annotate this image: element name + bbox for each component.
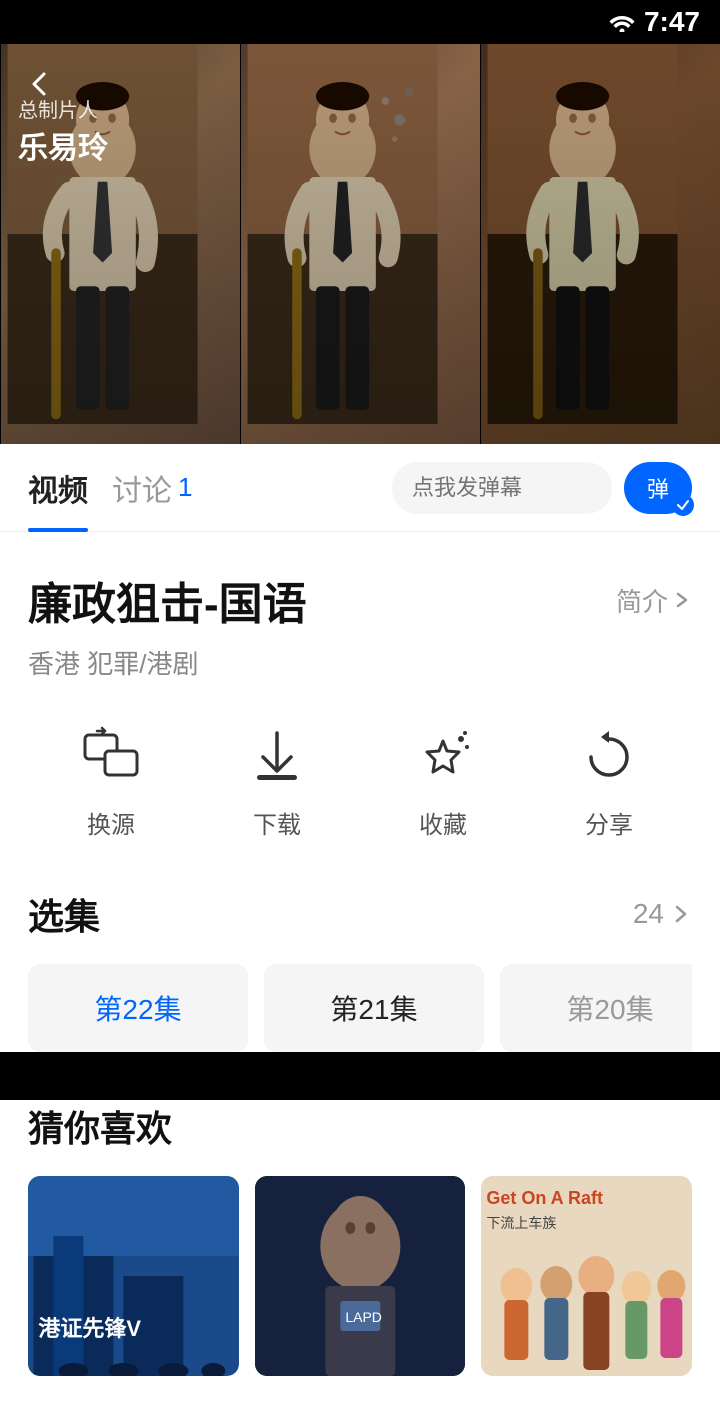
rec-image-3: Get On A Raft 下流上车族	[481, 1176, 692, 1376]
switch-source-label: 换源	[87, 805, 135, 840]
wifi-icon	[608, 12, 636, 32]
favorite-icon	[407, 721, 479, 793]
status-time: 7:47	[644, 6, 700, 38]
share-action[interactable]: 分享	[573, 721, 645, 840]
rec-card-3[interactable]: Get On A Raft 下流上车族	[481, 1176, 692, 1376]
download-action[interactable]: 下载	[241, 721, 313, 840]
show-title-row: 廉政狙击-国语 简介	[28, 568, 692, 632]
show-title: 廉政狙击-国语	[28, 568, 307, 632]
overlay-name: 乐易玲	[18, 123, 108, 167]
share-icon	[573, 721, 645, 793]
rec-image-2: LAPD	[255, 1176, 466, 1376]
switch-source-icon	[75, 721, 147, 793]
chevron-right-icon	[670, 903, 692, 925]
episodes-row: 第22集 第21集 第20集	[28, 964, 692, 1052]
back-button[interactable]	[16, 60, 64, 108]
recommendations-row: 港证先锋V	[28, 1176, 692, 1376]
recommendations-section: 猜你喜欢 港证先锋V	[0, 1100, 720, 1404]
action-row: 换源 下载 收藏	[28, 721, 692, 840]
svg-text:LAPD: LAPD	[345, 1309, 382, 1325]
svg-text:下流上车族: 下流上车族	[487, 1215, 557, 1231]
favorite-action[interactable]: 收藏	[407, 721, 479, 840]
episodes-section-header: 选集 24	[28, 888, 692, 940]
intro-link[interactable]: 简介	[616, 582, 692, 619]
status-bar: 7:47	[0, 0, 720, 44]
share-label: 分享	[585, 805, 633, 840]
rec-card-1[interactable]: 港证先锋V	[28, 1176, 239, 1376]
switch-source-action[interactable]: 换源	[75, 721, 147, 840]
episode-btn-22[interactable]: 第22集	[28, 964, 248, 1052]
video-banner: 总制片人 乐易玲	[0, 44, 720, 444]
danmu-button[interactable]: 弹	[624, 462, 692, 514]
recommendations-title: 猜你喜欢	[28, 1100, 692, 1152]
download-icon	[241, 721, 313, 793]
chevron-right-icon	[672, 590, 692, 610]
video-panel-2[interactable]	[240, 44, 480, 444]
episode-btn-21[interactable]: 第21集	[264, 964, 484, 1052]
content-area: 廉政狙击-国语 简介 香港 犯罪/港剧 换源	[0, 532, 720, 1052]
tab-discuss[interactable]: 讨论 1	[112, 444, 216, 532]
episode-btn-20[interactable]: 第20集	[500, 964, 692, 1052]
danmu-check-icon	[672, 494, 694, 516]
discuss-badge: 1	[178, 472, 192, 503]
episodes-count[interactable]: 24	[633, 898, 692, 930]
episodes-title: 选集	[28, 888, 100, 940]
tabs-bar: 视频 讨论 1 弹	[0, 444, 720, 532]
rec-card-2[interactable]: LAPD	[255, 1176, 466, 1376]
video-panel-3[interactable]	[480, 44, 720, 444]
show-meta: 香港 犯罪/港剧	[28, 644, 692, 681]
rec-image-1: 港证先锋V	[28, 1176, 239, 1376]
svg-text:港证先锋V: 港证先锋V	[38, 1316, 141, 1341]
svg-text:Get On A Raft: Get On A Raft	[487, 1188, 604, 1208]
favorite-label: 收藏	[419, 805, 467, 840]
danmu-input[interactable]	[392, 462, 612, 514]
tab-video[interactable]: 视频	[28, 444, 112, 532]
download-label: 下载	[253, 805, 301, 840]
